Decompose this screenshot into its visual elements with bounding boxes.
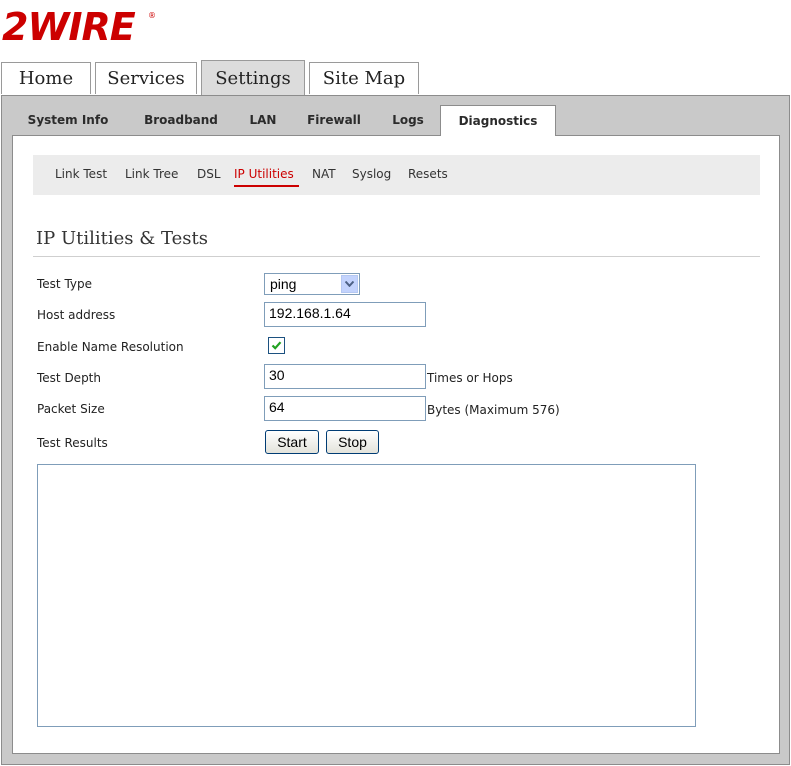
test-type-value: ping xyxy=(270,276,297,292)
nav-link-tree[interactable]: Link Tree xyxy=(125,167,178,181)
svg-text:®: ® xyxy=(148,11,156,20)
subtab-logs[interactable]: Logs xyxy=(384,106,432,134)
stop-button[interactable]: Stop xyxy=(326,430,379,454)
host-address-input[interactable]: 192.168.1.64 xyxy=(264,302,426,327)
test-depth-label: Test Depth xyxy=(37,371,101,385)
2wire-logo: 2WIRE ® xyxy=(2,6,162,46)
test-type-select[interactable]: ping xyxy=(264,273,360,295)
subtab-diagnostics[interactable]: Diagnostics xyxy=(440,105,556,136)
test-results-textarea[interactable] xyxy=(37,464,696,727)
host-address-label: Host address xyxy=(37,308,116,322)
name-resolution-checkbox[interactable] xyxy=(268,337,285,354)
nav-link-test[interactable]: Link Test xyxy=(55,167,107,181)
section-title: IP Utilities & Tests xyxy=(36,228,208,249)
nav-dsl[interactable]: DSL xyxy=(197,167,221,181)
tab-home[interactable]: Home xyxy=(1,62,91,94)
tab-settings[interactable]: Settings xyxy=(201,60,305,96)
test-depth-suffix: Times or Hops xyxy=(427,371,513,385)
nav-resets[interactable]: Resets xyxy=(408,167,448,181)
test-type-label: Test Type xyxy=(37,277,93,291)
nav-ip-utilities[interactable]: IP Utilities xyxy=(234,167,294,181)
chevron-down-icon[interactable] xyxy=(341,275,358,293)
subtab-lan[interactable]: LAN xyxy=(240,106,286,134)
packet-size-label: Packet Size xyxy=(37,402,105,416)
nav-syslog[interactable]: Syslog xyxy=(352,167,391,181)
packet-size-suffix: Bytes (Maximum 576) xyxy=(427,403,560,417)
tab-services[interactable]: Services xyxy=(95,62,197,94)
nav-nat[interactable]: NAT xyxy=(312,167,336,181)
section-divider xyxy=(33,256,760,257)
subtab-firewall[interactable]: Firewall xyxy=(297,106,371,134)
active-nav-underline xyxy=(234,185,299,187)
subtab-broadband[interactable]: Broadband xyxy=(134,106,228,134)
diagnostics-nav: Link Test Link Tree DSL IP Utilities NAT… xyxy=(33,155,760,195)
subtab-system-info[interactable]: System Info xyxy=(18,106,118,134)
start-button[interactable]: Start xyxy=(265,430,319,454)
checkmark-icon xyxy=(271,341,282,350)
test-depth-input[interactable]: 30 xyxy=(264,364,426,389)
svg-text:2WIRE: 2WIRE xyxy=(2,6,136,46)
tab-site-map[interactable]: Site Map xyxy=(309,62,419,94)
packet-size-input[interactable]: 64 xyxy=(264,396,426,421)
test-results-label: Test Results xyxy=(37,436,108,450)
name-resolution-label: Enable Name Resolution xyxy=(37,340,184,354)
main-tabs: Home Services Settings Site Map xyxy=(0,60,791,96)
